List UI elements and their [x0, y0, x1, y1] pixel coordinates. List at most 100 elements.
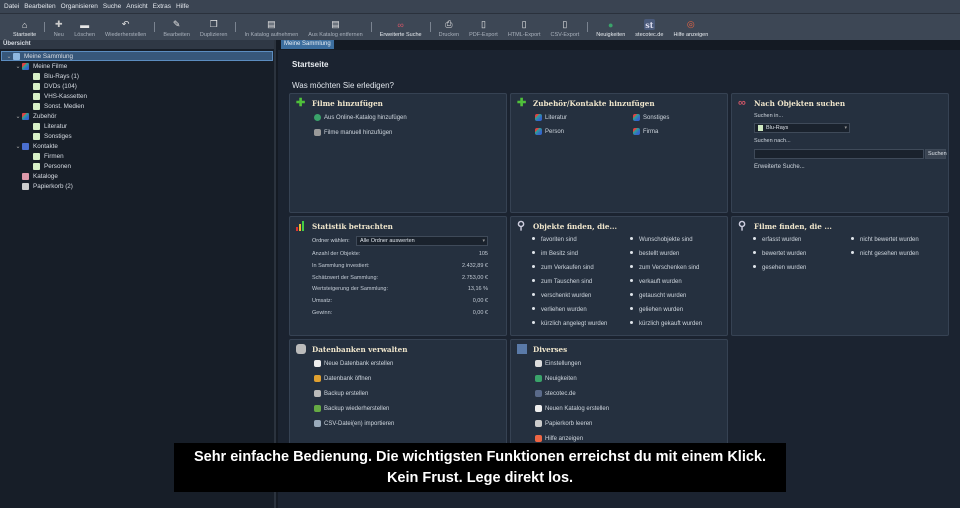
link-backup-wiederherstellen[interactable]: Backup wiederherstellen: [314, 405, 389, 412]
toolbar-hilfe-anzeigen-button[interactable]: ◎ Hilfe anzeigen: [673, 19, 708, 38]
link-datenbank-öffnen[interactable]: Datenbank öffnen: [314, 375, 371, 382]
link-neue-datenbank-erstellen[interactable]: Neue Datenbank erstellen: [314, 360, 393, 367]
search-in-select[interactable]: Blu-Rays ▾: [754, 123, 850, 133]
tree-item[interactable]: Sonstiges: [0, 131, 274, 141]
link-hilfe-anzeigen[interactable]: Hilfe anzeigen: [535, 435, 583, 442]
tab-bar: [278, 40, 960, 49]
toolbar-in-katalog-aufnehmen-button[interactable]: ▤ In Katalog aufnehmen: [244, 19, 298, 38]
tree-item[interactable]: VHS-Kassetten: [0, 91, 274, 101]
tree-item[interactable]: DVDs (104): [0, 81, 274, 91]
tree-item[interactable]: Papierkorb (2): [0, 181, 274, 191]
toolbar-startseite-button[interactable]: ⌂ Startseite: [13, 19, 37, 39]
tree-item[interactable]: Blu-Rays (1): [0, 71, 274, 81]
find-link[interactable]: zum Verschenken sind: [630, 265, 699, 271]
find-link[interactable]: im Besitz sind: [532, 251, 578, 257]
find-link[interactable]: erfasst wurden: [753, 237, 801, 243]
link-csv-datei-en-importieren[interactable]: CSV-Datei(en) importieren: [314, 420, 394, 427]
link-person[interactable]: Person: [535, 128, 564, 135]
tree-item[interactable]: Firmen: [0, 151, 274, 161]
find-link[interactable]: Wunschobjekte sind: [630, 237, 693, 243]
advanced-search-link[interactable]: Erweiterte Suche...: [754, 164, 805, 170]
toolbar-stecotec-de-button[interactable]: st stecotec.de: [635, 19, 663, 38]
find-link[interactable]: getauscht wurden: [630, 293, 686, 299]
toolbar-drucken-button[interactable]: ⎙ Drucken: [439, 19, 459, 38]
tree-item[interactable]: ⌄ Meine Sammlung: [1, 51, 273, 61]
chevron-down-icon[interactable]: ⌄: [14, 143, 22, 150]
toolbar-label: Bearbeiten: [163, 32, 190, 38]
find-link[interactable]: nicht bewertet wurden: [851, 237, 919, 243]
toolbar-label: Startseite: [13, 32, 37, 38]
tree-item[interactable]: Sonst. Medien: [0, 101, 274, 111]
find-link[interactable]: verliehen wurden: [532, 307, 587, 313]
card-search-objects: ∞ Nach Objekten suchen Suchen in... Blu-R…: [731, 93, 949, 213]
toolbar-aus-katalog-entfernen-button[interactable]: ▤ Aus Katalog entfernen: [308, 19, 362, 38]
link-add-manual[interactable]: Filme manuell hinzufügen: [314, 129, 392, 136]
toolbar-separator: [429, 22, 431, 32]
find-link[interactable]: geliehen wurden: [630, 307, 683, 313]
link-neuen-katalog-erstellen[interactable]: Neuen Katalog erstellen: [535, 405, 609, 412]
folder-icon: [33, 162, 40, 170]
find-link[interactable]: nicht gesehen wurden: [851, 251, 919, 257]
link-papierkorb-leeren[interactable]: Papierkorb leeren: [535, 420, 592, 427]
catalog-add-icon: ▤: [267, 19, 276, 29]
tree-item[interactable]: Kataloge: [0, 171, 274, 181]
category-icon: [22, 172, 29, 180]
menu-hilfe[interactable]: Hilfe: [176, 3, 189, 10]
toolbar-erweiterte-suche-button[interactable]: ∞ Erweiterte Suche: [380, 19, 422, 39]
search-for-label: Suchen nach...: [754, 138, 791, 144]
link-stecotec-de[interactable]: stecotec.de: [535, 390, 576, 397]
tree-item-label: Blu-Rays (1): [44, 72, 79, 80]
card-manage-databases: Datenbanken verwalten Neue Datenbank ers…: [289, 339, 507, 454]
toolbar-bearbeiten-button[interactable]: ✎ Bearbeiten: [163, 19, 190, 38]
link-firma[interactable]: Firma: [633, 128, 658, 135]
toolbar-neuigkeiten-button[interactable]: ● Neuigkeiten: [596, 19, 625, 39]
find-link[interactable]: bestellt wurden: [630, 251, 679, 257]
menu-extras[interactable]: Extras: [153, 3, 171, 10]
chevron-down-icon[interactable]: ⌄: [5, 53, 13, 60]
folder-select[interactable]: Alle Ordner auswerten ▾: [356, 236, 488, 246]
chevron-down-icon[interactable]: ⌄: [14, 63, 22, 70]
search-for-input[interactable]: [754, 149, 924, 159]
toolbar-neu-button[interactable]: ✚ Neu: [53, 19, 64, 38]
tree-item[interactable]: ⌄ Meine Filme: [0, 61, 274, 71]
tree-item[interactable]: Literatur: [0, 121, 274, 131]
menu-suche[interactable]: Suche: [103, 3, 121, 10]
menu-bearbeiten[interactable]: Bearbeiten: [24, 3, 55, 10]
find-link[interactable]: favoriten sind: [532, 237, 577, 243]
menu-organisieren[interactable]: Organisieren: [61, 3, 98, 10]
toolbar-duplizieren-button[interactable]: ❐ Duplizieren: [200, 19, 228, 38]
menu-datei[interactable]: Datei: [4, 3, 19, 10]
find-link[interactable]: bewertet wurden: [753, 251, 806, 257]
find-link[interactable]: gesehen wurden: [753, 265, 806, 271]
find-link[interactable]: kürzlich angelegt wurden: [532, 321, 607, 327]
tree-item[interactable]: ⌄ Kontakte: [0, 141, 274, 151]
link-backup-erstellen[interactable]: Backup erstellen: [314, 390, 368, 397]
find-link[interactable]: kürzlich gekauft wurden: [630, 321, 702, 327]
stat-value: 0,00 €: [472, 310, 488, 316]
chevron-down-icon[interactable]: ⌄: [14, 113, 22, 120]
link-einstellungen[interactable]: Einstellungen: [535, 360, 581, 367]
search-button[interactable]: Suchen: [925, 149, 947, 159]
tab-meine-sammlung[interactable]: Meine Sammlung: [281, 40, 334, 49]
link-literatur[interactable]: Literatur: [535, 114, 567, 121]
find-link[interactable]: verkauft wurden: [630, 279, 682, 285]
select-value: Alle Ordner auswerten: [360, 238, 415, 244]
find-link[interactable]: zum Verkaufen sind: [532, 265, 594, 271]
menu-ansicht[interactable]: Ansicht: [126, 3, 147, 10]
toolbar-separator: [154, 22, 156, 32]
sidebar-overview: Übersicht ⌄ Meine Sammlung ⌄ Meine Filme Blu…: [0, 40, 276, 508]
toolbar-pdf-export-button[interactable]: ▯ PDF-Export: [469, 19, 498, 38]
find-link[interactable]: zum Tauschen sind: [532, 279, 592, 285]
plus-icon: ✚: [517, 97, 527, 109]
toolbar-html-export-button[interactable]: ▯ HTML-Export: [508, 19, 541, 38]
link-neuigkeiten[interactable]: Neuigkeiten: [535, 375, 577, 382]
toolbar-csv-export-button[interactable]: ▯ CSV-Export: [551, 19, 580, 38]
toolbar-wiederherstellen-button[interactable]: ↶ Wiederherstellen: [105, 19, 146, 38]
find-link[interactable]: verschenkt wurden: [532, 293, 591, 299]
tree-item[interactable]: ⌄ Zubehör: [0, 111, 274, 121]
toolbar-label: Duplizieren: [199, 32, 228, 38]
link-sonstiges[interactable]: Sonstiges: [633, 114, 669, 121]
tree-item[interactable]: Personen: [0, 161, 274, 171]
link-add-online-catalog[interactable]: Aus Online-Katalog hinzufügen: [314, 114, 407, 121]
toolbar-löschen-button[interactable]: ▬ Löschen: [74, 19, 95, 39]
